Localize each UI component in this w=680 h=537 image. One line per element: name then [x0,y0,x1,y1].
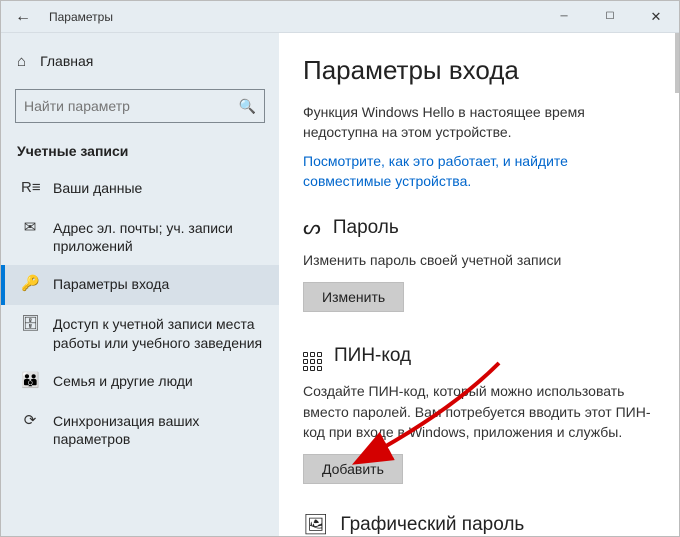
maximize-button[interactable]: ☐ [587,1,633,33]
sidebar-item-label: Семья и другие люди [53,372,193,390]
pin-header: ПИН-код [303,340,655,371]
briefcase-icon: 🗄 [21,315,39,333]
hello-description: Функция Windows Hello в настоящее время … [303,102,655,143]
password-description: Изменить пароль своей учетной записи [303,250,655,270]
body: ⌂ Главная 🔍 Учетные записи R≡ Ваши данны… [1,33,679,536]
titlebar: ← Параметры ─ ☐ ✕ [1,1,679,33]
search-container: 🔍 [1,81,279,137]
sidebar-item-label: Синхронизация ваших параметров [53,412,265,448]
sidebar-item-signin-options[interactable]: 🔑 Параметры входа [1,265,279,305]
minimize-button[interactable]: ─ [541,1,587,33]
add-pin-button[interactable]: Добавить [303,454,403,484]
section-header: Учетные записи [1,137,279,169]
search-icon: 🔍 [239,98,256,115]
sidebar-item-label: Ваши данные [53,179,142,197]
password-title: Пароль [333,217,399,239]
nav-list: R≡ Ваши данные ✉ Адрес эл. почты; уч. за… [1,169,279,458]
picture-password-icon: 🖼 [303,512,328,536]
search-input[interactable] [24,98,239,114]
home-link[interactable]: ⌂ Главная [1,41,279,81]
home-icon: ⌂ [17,53,26,70]
sidebar-item-sync[interactable]: ⟳ Синхронизация ваших параметров [1,402,279,458]
change-password-button[interactable]: Изменить [303,282,404,312]
sidebar-item-label: Доступ к учетной записи места работы или… [53,315,265,351]
sidebar-item-your-info[interactable]: R≡ Ваши данные [1,169,279,209]
sidebar-item-label: Параметры входа [53,275,169,293]
hello-link[interactable]: Посмотрите, как это работает, и найдите … [303,151,655,192]
content-pane: Параметры входа Функция Windows Hello в … [279,33,679,536]
home-label: Главная [40,53,93,69]
sidebar-item-work-school[interactable]: 🗄 Доступ к учетной записи места работы и… [1,305,279,361]
picture-password-header: 🖼 Графический пароль [303,512,655,536]
pin-icon [303,340,322,371]
sidebar-item-family[interactable]: 👪 Семья и другие люди [1,362,279,402]
sync-icon: ⟳ [21,412,39,430]
email-icon: ✉ [21,219,39,237]
close-button[interactable]: ✕ [633,1,679,33]
pin-title: ПИН-код [334,345,411,367]
search-box[interactable]: 🔍 [15,89,265,123]
password-header: ᔕ Пароль [303,215,655,240]
settings-window: ← Параметры ─ ☐ ✕ ⌂ Главная 🔍 Учетные за… [0,0,680,537]
pin-description: Создайте ПИН-код, который можно использо… [303,381,655,442]
sidebar-item-label: Адрес эл. почты; уч. записи приложений [53,219,265,255]
family-icon: 👪 [21,372,39,390]
page-title: Параметры входа [303,55,655,86]
password-icon: ᔕ [303,215,321,240]
app-title: Параметры [45,10,113,24]
sidebar-item-email-accounts[interactable]: ✉ Адрес эл. почты; уч. записи приложений [1,209,279,265]
sidebar: ⌂ Главная 🔍 Учетные записи R≡ Ваши данны… [1,33,279,536]
picture-password-title: Графический пароль [340,514,524,536]
your-info-icon: R≡ [21,179,39,197]
key-icon: 🔑 [21,275,39,293]
back-button[interactable]: ← [1,1,45,33]
